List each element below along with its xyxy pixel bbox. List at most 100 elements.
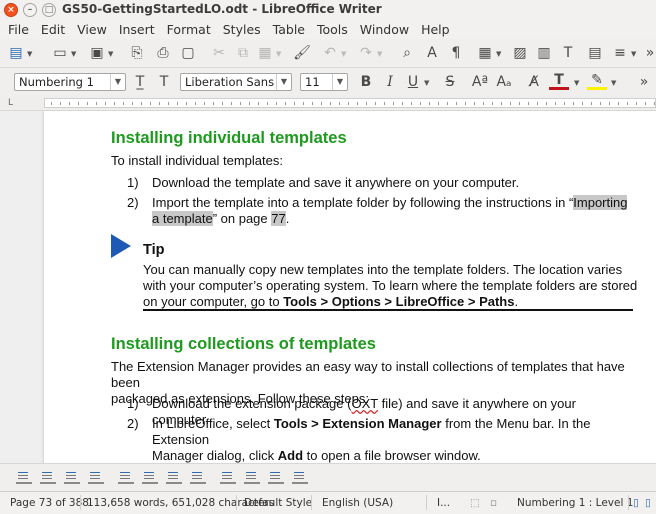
language-status[interactable]: English (USA) xyxy=(322,497,393,509)
insert-table-icon[interactable]: ▦ xyxy=(475,43,495,63)
menu-help[interactable]: Help xyxy=(415,20,456,39)
horizontal-ruler[interactable]: L xyxy=(0,96,656,111)
restart-numbering-icon[interactable] xyxy=(244,470,260,484)
underline-dropdown-icon[interactable]: ▼ xyxy=(424,79,430,87)
font-color-dropdown-icon[interactable]: ▼ xyxy=(574,79,580,87)
insert-mode-status[interactable]: I... xyxy=(437,497,450,509)
demote-with-subpoints-icon[interactable] xyxy=(64,470,80,484)
formatting-toolbar: Numbering 1 ▼ T̲ T Liberation Sans ▼ 11 … xyxy=(0,68,656,97)
underline-icon[interactable]: U xyxy=(403,72,423,92)
move-up-with-subpoints-icon[interactable] xyxy=(190,470,206,484)
move-item-up-icon[interactable] xyxy=(142,470,158,484)
ruler-tick xyxy=(141,102,142,105)
more-options-icon[interactable]: » xyxy=(640,43,656,63)
ruler-tick xyxy=(564,102,565,105)
insert-chart-icon[interactable]: ▥ xyxy=(534,43,554,63)
page-count-status[interactable]: Page 73 of 388 xyxy=(10,497,89,509)
misspelled-word[interactable]: OXT xyxy=(351,396,378,411)
font-size-value: 11 xyxy=(305,75,320,89)
page-style-status[interactable]: Default Style xyxy=(244,497,312,509)
bold-icon[interactable]: B xyxy=(356,72,376,92)
multi-page-view-icon[interactable]: ▯ xyxy=(645,497,651,509)
font-size-combo[interactable]: 11 ▼ xyxy=(300,73,348,91)
chevron-down-icon[interactable]: ▼ xyxy=(276,74,291,90)
heading-installing-collections: Installing collections of templates xyxy=(111,335,376,353)
new-dropdown-icon[interactable]: ▼ xyxy=(27,50,33,58)
chevron-down-icon[interactable]: ▼ xyxy=(110,74,125,90)
document-area[interactable]: Installing individual templates To insta… xyxy=(0,111,656,463)
print-preview-icon[interactable]: ▢ xyxy=(178,43,198,63)
chevron-down-icon[interactable]: ▼ xyxy=(332,74,347,90)
paste-dropdown-icon[interactable]: ▼ xyxy=(276,50,282,58)
paste-icon[interactable]: ▦ xyxy=(255,43,275,63)
formatting-marks-icon[interactable]: ¶ xyxy=(446,43,466,63)
minimize-window-button[interactable]: – xyxy=(23,3,37,17)
new-style-icon[interactable]: T xyxy=(154,72,174,92)
insert-special-character-icon[interactable]: ≡ xyxy=(610,43,630,63)
update-style-icon[interactable]: T̲ xyxy=(130,72,150,92)
move-item-down-icon[interactable] xyxy=(118,470,134,484)
menu-view[interactable]: View xyxy=(71,20,113,39)
insert-textbox-icon[interactable]: T xyxy=(558,43,578,63)
tab-stop-icon[interactable]: L xyxy=(8,98,13,108)
page-reference-field[interactable]: 77 xyxy=(271,211,286,226)
more-options-icon[interactable]: » xyxy=(634,72,654,92)
menu-insert[interactable]: Insert xyxy=(113,20,161,39)
menu-styles[interactable]: Styles xyxy=(217,20,267,39)
menu-window[interactable]: Window xyxy=(354,20,415,39)
redo-dropdown-icon[interactable]: ▼ xyxy=(377,50,383,58)
menu-edit[interactable]: Edit xyxy=(35,20,71,39)
open-folder-icon[interactable]: ▭ xyxy=(50,43,70,63)
close-window-button[interactable]: × xyxy=(4,3,18,17)
menu-table[interactable]: Table xyxy=(267,20,311,39)
ruler-tick xyxy=(123,102,124,105)
print-icon[interactable]: ⎙ xyxy=(153,43,173,63)
ruler-tick xyxy=(501,102,502,105)
demote-outline-level-icon[interactable] xyxy=(16,470,32,484)
save-icon[interactable]: ▣ xyxy=(87,43,107,63)
text-span: on your computer, go to xyxy=(143,294,284,309)
paragraph-style-combo[interactable]: Numbering 1 ▼ xyxy=(14,73,126,91)
new-document-icon[interactable]: ▤ xyxy=(6,43,26,63)
save-dropdown-icon[interactable]: ▼ xyxy=(108,50,114,58)
ruler-tick xyxy=(168,102,169,105)
clone-formatting-icon[interactable]: 🖌 xyxy=(292,43,312,63)
special-character-dropdown-icon[interactable]: ▼ xyxy=(631,50,637,58)
ruler-tick xyxy=(420,102,421,105)
menu-file[interactable]: File xyxy=(0,20,35,39)
document-page[interactable]: Installing individual templates To insta… xyxy=(44,111,656,463)
highlight-dropdown-icon[interactable]: ▼ xyxy=(611,79,617,87)
insert-image-icon[interactable]: ▨ xyxy=(510,43,530,63)
selection-mode-icon[interactable]: ⬚ xyxy=(470,497,480,509)
single-page-view-icon[interactable]: ▯ xyxy=(633,497,639,509)
clear-formatting-icon[interactable]: A̸ xyxy=(524,72,544,92)
maximize-window-button[interactable]: □ xyxy=(42,3,56,17)
open-dropdown-icon[interactable]: ▼ xyxy=(71,50,77,58)
menu-tools[interactable]: Tools xyxy=(311,20,354,39)
bullets-numbering-dialog-icon[interactable] xyxy=(292,470,308,484)
move-down-with-subpoints-icon[interactable] xyxy=(166,470,182,484)
subscript-icon[interactable]: Aₐ xyxy=(494,72,514,92)
find-replace-icon[interactable]: ⌕ xyxy=(397,43,417,63)
ruler-tick xyxy=(312,102,313,105)
undo-dropdown-icon[interactable]: ▼ xyxy=(341,50,347,58)
insert-field-icon[interactable]: ▤ xyxy=(585,43,605,63)
table-dropdown-icon[interactable]: ▼ xyxy=(496,50,502,58)
insert-unnumbered-entry-icon[interactable] xyxy=(220,470,236,484)
promote-outline-level-icon[interactable] xyxy=(40,470,56,484)
copy-icon[interactable]: ⧉ xyxy=(233,43,253,63)
document-modified-icon[interactable]: ▫ xyxy=(490,497,497,509)
undo-icon[interactable]: ↶ xyxy=(320,43,340,63)
promote-with-subpoints-icon[interactable] xyxy=(88,470,104,484)
export-pdf-icon[interactable]: ⎘ xyxy=(127,43,147,63)
ruler-tick xyxy=(546,102,547,105)
cut-icon[interactable]: ✂ xyxy=(209,43,229,63)
strikethrough-icon[interactable]: S xyxy=(440,72,460,92)
spelling-icon[interactable]: A xyxy=(422,43,442,63)
superscript-icon[interactable]: Aª xyxy=(470,72,490,92)
menu-format[interactable]: Format xyxy=(161,20,217,39)
italic-icon[interactable]: I xyxy=(380,72,400,92)
font-name-combo[interactable]: Liberation Sans ▼ xyxy=(180,73,292,91)
no-list-icon[interactable] xyxy=(268,470,284,484)
redo-icon[interactable]: ↷ xyxy=(356,43,376,63)
